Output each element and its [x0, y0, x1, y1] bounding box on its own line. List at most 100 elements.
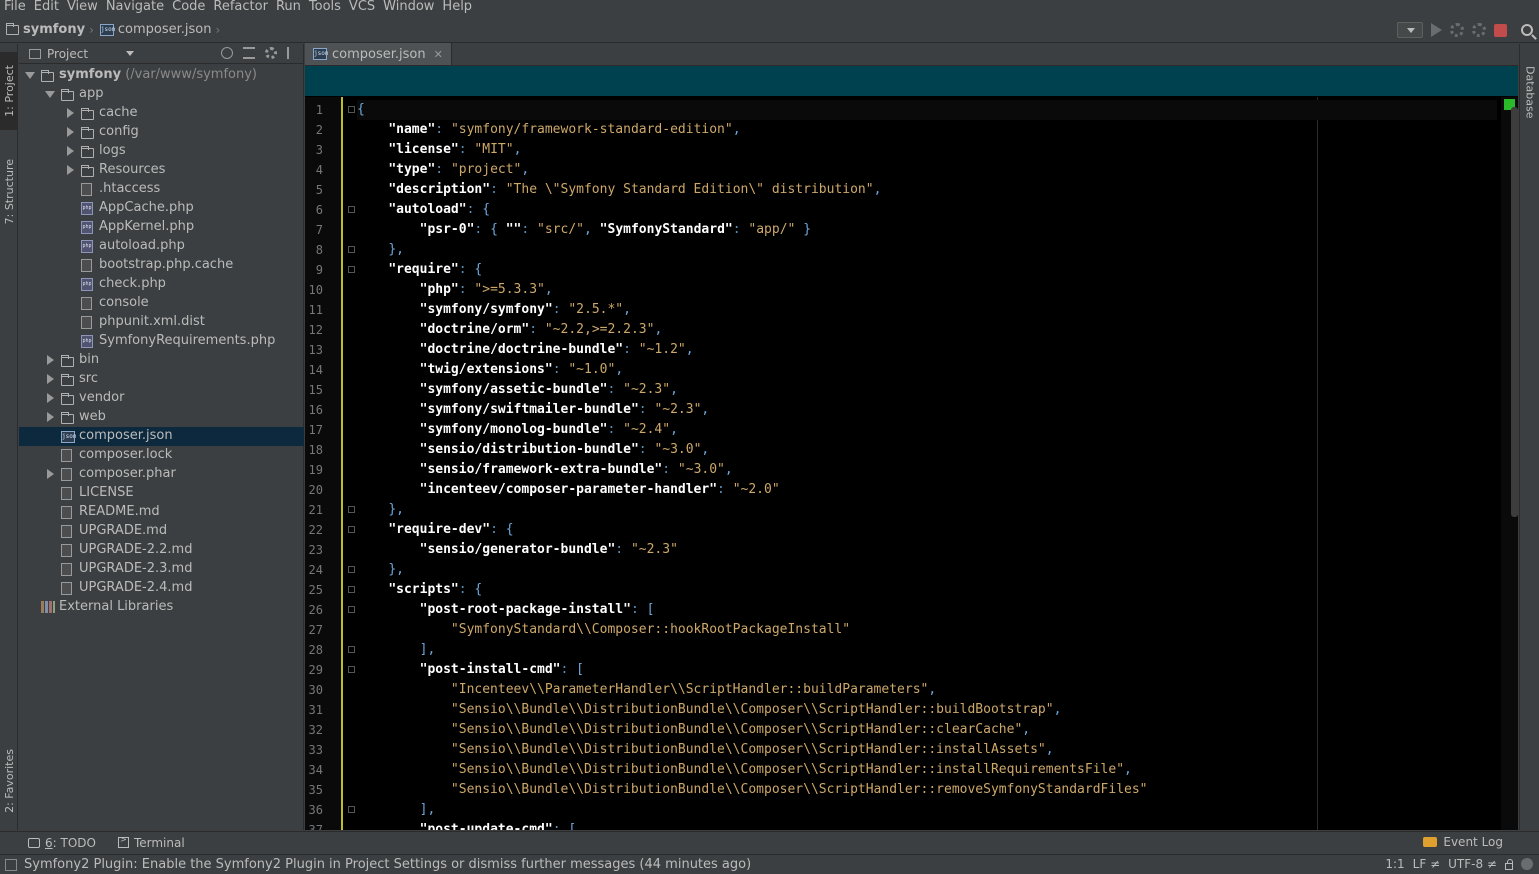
search-icon[interactable]	[1521, 24, 1533, 36]
code-line[interactable]: "require-dev": {	[357, 520, 1497, 540]
code-line[interactable]: "psr-0": { "": "src/", "SymfonyStandard"…	[357, 220, 1497, 240]
menu-file[interactable]: File	[0, 0, 30, 14]
menu-code[interactable]: Code	[168, 0, 209, 14]
code-line[interactable]: "SymfonyStandard\\Composer::hookRootPack…	[357, 620, 1497, 640]
tree-node[interactable]: logs	[19, 142, 304, 161]
code-line[interactable]: "Sensio\\Bundle\\DistributionBundle\\Com…	[357, 720, 1497, 740]
menu-edit[interactable]: Edit	[30, 0, 63, 14]
tree-node[interactable]: vendor	[19, 389, 304, 408]
collapse-all-icon[interactable]	[243, 47, 255, 59]
code-line[interactable]: "require": {	[357, 260, 1497, 280]
fold-marker-icon[interactable]	[348, 806, 355, 813]
code-line[interactable]: "type": "project",	[357, 160, 1497, 180]
close-icon[interactable]: ✕	[434, 48, 443, 61]
tree-node[interactable]: UPGRADE-2.4.md	[19, 579, 304, 598]
fold-marker-icon[interactable]	[348, 566, 355, 573]
fold-marker-icon[interactable]	[348, 266, 355, 273]
fold-marker-icon[interactable]	[348, 586, 355, 593]
tree-node[interactable]: cache	[19, 104, 304, 123]
tree-node[interactable]: php check.php	[19, 275, 304, 294]
terminal-tool-button[interactable]: Terminal	[108, 835, 185, 850]
menu-vcs[interactable]: VCS	[345, 0, 379, 14]
menu-help[interactable]: Help	[438, 0, 476, 14]
hector-icon[interactable]	[1521, 858, 1533, 870]
todo-tool-button[interactable]: 6: TODO	[12, 836, 96, 850]
menu-run[interactable]: Run	[272, 0, 305, 14]
tree-node[interactable]: .htaccess	[19, 180, 304, 199]
lock-icon[interactable]	[1505, 858, 1513, 870]
code-line[interactable]: "incenteev/composer-parameter-handler": …	[357, 480, 1497, 500]
collapsed-arrow-icon[interactable]	[67, 108, 74, 118]
code-line[interactable]: "doctrine/doctrine-bundle": "~1.2",	[357, 340, 1497, 360]
code-line[interactable]: "post-root-package-install": [	[357, 600, 1497, 620]
code-line[interactable]: "symfony/symfony": "2.5.*",	[357, 300, 1497, 320]
stop-icon[interactable]	[1494, 23, 1507, 37]
code-line[interactable]: },	[357, 500, 1497, 520]
tree-node[interactable]: app	[19, 85, 304, 104]
collapsed-arrow-icon[interactable]	[67, 146, 74, 156]
tree-node[interactable]: php AppCache.php	[19, 199, 304, 218]
tree-node[interactable]: composer.lock	[19, 446, 304, 465]
code-line[interactable]: "sensio/generator-bundle": "~2.3"	[357, 540, 1497, 560]
code-line[interactable]: "Sensio\\Bundle\\DistributionBundle\\Com…	[357, 740, 1497, 760]
code-line[interactable]: },	[357, 240, 1497, 260]
fold-marker-icon[interactable]	[348, 666, 355, 673]
code-line[interactable]: "symfony/monolog-bundle": "~2.4",	[357, 420, 1497, 440]
code-line[interactable]: {	[357, 100, 1497, 120]
gear-icon[interactable]	[265, 47, 277, 59]
breadcrumb-file[interactable]: json composer.json ›	[94, 17, 220, 43]
code-line[interactable]: "scripts": {	[357, 580, 1497, 600]
database-tool-tab[interactable]: Database	[1520, 54, 1539, 130]
tree-node[interactable]: symfony (/var/www/symfony)	[19, 66, 304, 85]
fold-marker-icon[interactable]	[348, 206, 355, 213]
tree-node[interactable]: phpunit.xml.dist	[19, 313, 304, 332]
tree-node[interactable]: UPGRADE-2.2.md	[19, 541, 304, 560]
tree-node[interactable]: json composer.json	[19, 427, 304, 446]
tree-node[interactable]: UPGRADE-2.3.md	[19, 560, 304, 579]
file-encoding[interactable]: UTF-8 ≠	[1448, 857, 1497, 871]
code-line[interactable]: "symfony/swiftmailer-bundle": "~2.3",	[357, 400, 1497, 420]
collapsed-arrow-icon[interactable]	[47, 374, 54, 384]
code-line[interactable]: "Incenteev\\ParameterHandler\\ScriptHand…	[357, 680, 1497, 700]
tree-node[interactable]: php SymfonyRequirements.php	[19, 332, 304, 351]
code-line[interactable]: "twig/extensions": "~1.0",	[357, 360, 1497, 380]
line-number-gutter[interactable]: 1 2 3 4 5 6 7 8 9 10 11 12 13 14 15 16 17 18 19 20 21 22 23 24 2…	[305, 97, 343, 830]
code-line[interactable]: "php": ">=5.3.3",	[357, 280, 1497, 300]
line-separator[interactable]: LF ≠	[1413, 857, 1440, 871]
collapsed-arrow-icon[interactable]	[47, 393, 54, 403]
code-line[interactable]: "post-update-cmd": [	[357, 820, 1497, 830]
collapsed-arrow-icon[interactable]	[47, 469, 54, 479]
toggle-tool-windows-icon[interactable]	[5, 858, 17, 871]
run-configuration-dropdown[interactable]	[1397, 22, 1423, 38]
code-line[interactable]: },	[357, 560, 1497, 580]
tree-node[interactable]: External Libraries	[19, 598, 304, 617]
fold-marker-icon[interactable]	[348, 106, 355, 113]
expanded-arrow-icon[interactable]	[45, 91, 55, 98]
run-icon[interactable]	[1431, 23, 1442, 37]
scroll-from-source-icon[interactable]	[221, 47, 233, 59]
structure-tool-tab[interactable]: 7: Structure	[0, 152, 18, 232]
tree-node[interactable]: web	[19, 408, 304, 427]
fold-marker-icon[interactable]	[348, 646, 355, 653]
code-line[interactable]: "name": "symfony/framework-standard-edit…	[357, 120, 1497, 140]
debug-icon[interactable]	[1450, 23, 1464, 37]
tree-node[interactable]: console	[19, 294, 304, 313]
breadcrumb-project[interactable]: symfony ›	[0, 17, 94, 43]
tree-node[interactable]: bin	[19, 351, 304, 370]
tree-node[interactable]: src	[19, 370, 304, 389]
hide-panel-icon[interactable]	[287, 47, 297, 59]
tree-node[interactable]: composer.phar	[19, 465, 304, 484]
event-log-button[interactable]: Event Log	[1423, 835, 1503, 849]
code-line[interactable]: "description": "The \"Symfony Standard E…	[357, 180, 1497, 200]
collapsed-arrow-icon[interactable]	[47, 412, 54, 422]
chevron-down-icon[interactable]	[126, 51, 135, 56]
tree-node[interactable]: config	[19, 123, 304, 142]
code-line[interactable]: ],	[357, 640, 1497, 660]
menu-tools[interactable]: Tools	[305, 0, 345, 14]
code-line[interactable]: "doctrine/orm": "~2.2,>=2.2.3",	[357, 320, 1497, 340]
fold-marker-icon[interactable]	[348, 246, 355, 253]
fold-marker-icon[interactable]	[348, 606, 355, 613]
editor-tab-composer-json[interactable]: json composer.json ✕	[305, 43, 452, 65]
menu-navigate[interactable]: Navigate	[102, 0, 168, 14]
collapsed-arrow-icon[interactable]	[67, 165, 74, 175]
